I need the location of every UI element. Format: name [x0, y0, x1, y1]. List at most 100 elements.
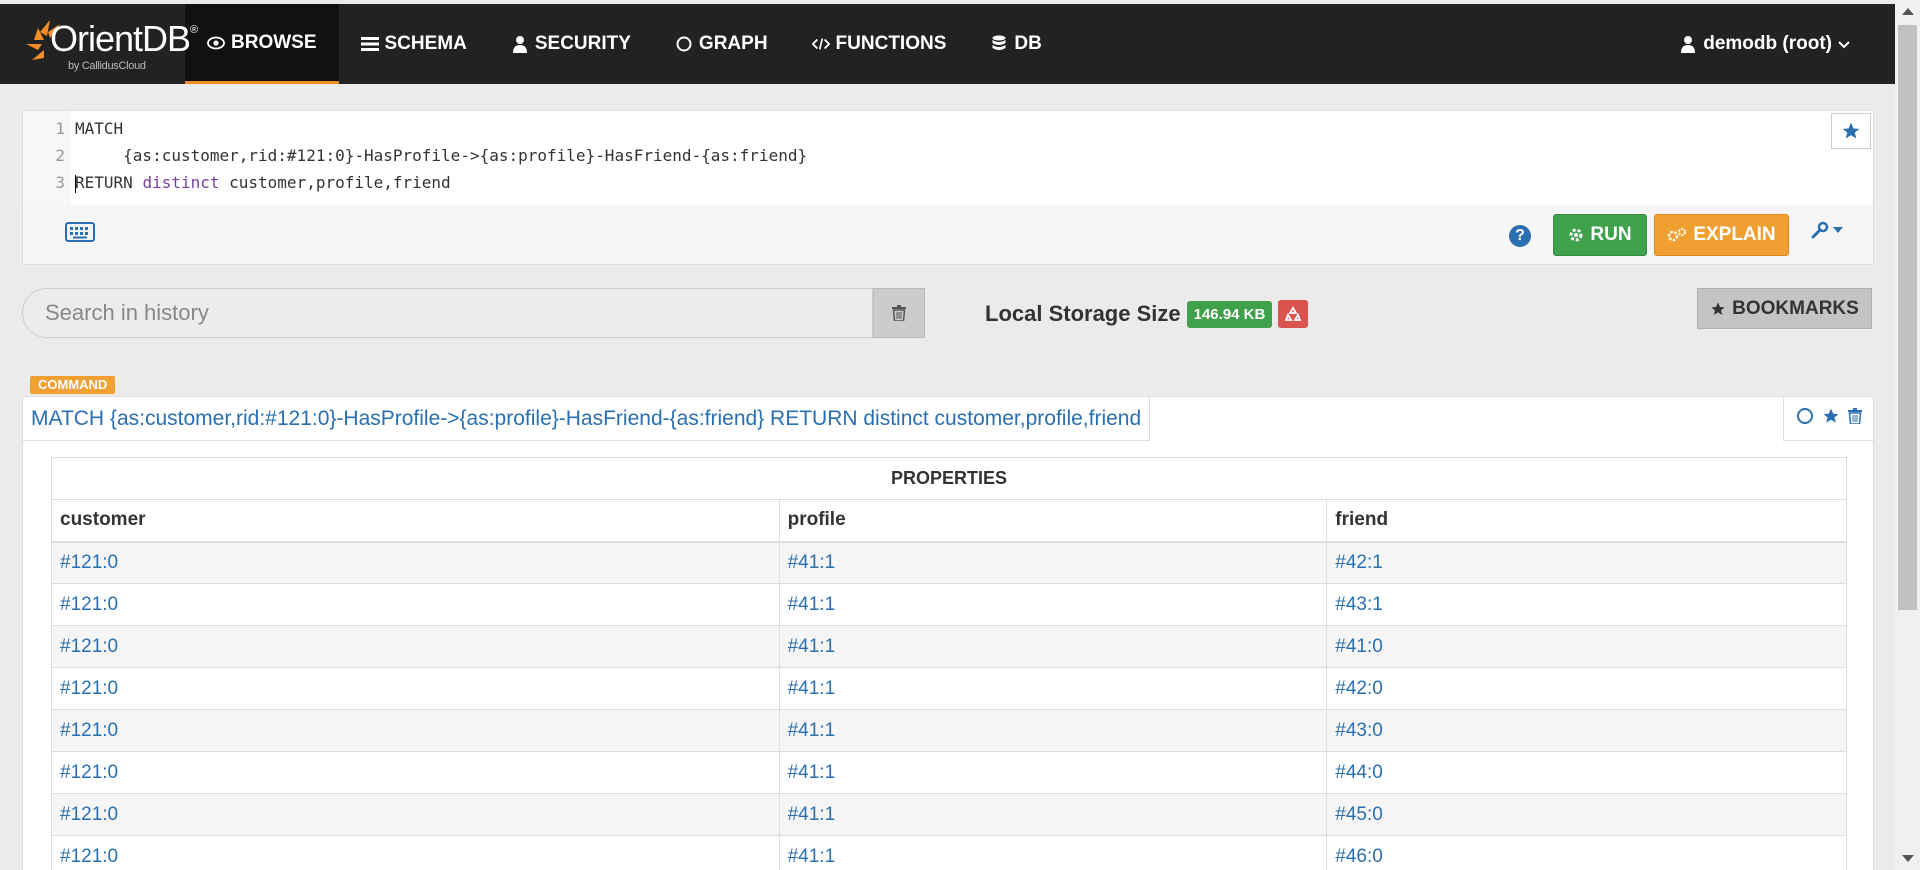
circle-icon[interactable]	[1796, 407, 1814, 430]
gears-icon	[1668, 228, 1687, 242]
scrollbar-thumb[interactable]	[1898, 25, 1917, 610]
rid-link[interactable]: #44:0	[1326, 751, 1847, 794]
table-row: #121:0 #41:1 #44:0	[51, 751, 1847, 794]
nav-security[interactable]: SECURITY	[489, 4, 653, 84]
code-icon	[811, 35, 830, 53]
logo-subtitle: by CallidusCloud	[68, 60, 146, 72]
storage-size-badge: 146.94 KB	[1186, 300, 1273, 328]
query-editor-panel: 1 2 3 MATCH {as:customer,rid:#121:0}-Has…	[22, 110, 1874, 265]
line-number: 2	[55, 146, 65, 165]
rid-link[interactable]: #41:1	[778, 793, 1328, 836]
storage-label: Local Storage Size	[985, 301, 1181, 326]
rid-link[interactable]: #121:0	[51, 541, 780, 584]
help-icon[interactable]: ?	[1509, 225, 1531, 247]
explain-button[interactable]: EXPLAIN	[1654, 214, 1789, 256]
orientdb-logo[interactable]: OrientDB® by CallidusCloud	[0, 4, 198, 84]
nav-functions-label: FUNCTIONS	[835, 33, 947, 54]
table-row: #121:0 #41:1 #42:1	[51, 541, 1847, 584]
rid-link[interactable]: #121:0	[51, 793, 780, 836]
rid-link[interactable]: #43:0	[1326, 709, 1847, 752]
rid-link[interactable]: #121:0	[51, 835, 780, 870]
caret-down-icon	[1833, 227, 1843, 233]
executed-query-link[interactable]: MATCH {as:customer,rid:#121:0}-HasProfil…	[23, 397, 1151, 441]
rid-link[interactable]: #121:0	[51, 709, 780, 752]
chevron-down-icon	[1838, 33, 1850, 55]
rid-link[interactable]: #121:0	[51, 667, 780, 710]
column-header-profile: profile	[778, 499, 1328, 543]
clear-history-button[interactable]	[873, 288, 925, 338]
table-row: #121:0 #41:1 #43:1	[51, 583, 1847, 626]
result-panel: MATCH {as:customer,rid:#121:0}-HasProfil…	[22, 396, 1874, 870]
rid-link[interactable]: #121:0	[51, 751, 780, 794]
keyboard-icon[interactable]	[65, 222, 95, 247]
history-search-input[interactable]	[22, 288, 874, 338]
line-number: 1	[55, 119, 65, 138]
history-search-group	[22, 288, 925, 338]
list-icon	[360, 35, 379, 53]
code-line-3-rest: customer,profile,friend	[219, 173, 451, 192]
top-navbar: OrientDB® by CallidusCloud BROWSE SCHEMA…	[0, 4, 1895, 84]
rid-link[interactable]: #121:0	[51, 625, 780, 668]
bookmark-query-button[interactable]	[1831, 113, 1871, 149]
table-caption: PROPERTIES	[51, 457, 1847, 500]
rid-link[interactable]: #41:1	[778, 583, 1328, 626]
user-menu[interactable]: demodb (root)	[1679, 4, 1850, 84]
table-row: #121:0 #41:1 #43:0	[51, 709, 1847, 752]
nav-schema[interactable]: SCHEMA	[339, 4, 489, 84]
table-row: #121:0 #41:1 #41:0	[51, 625, 1847, 668]
bookmarks-button[interactable]: BOOKMARKS	[1697, 288, 1872, 329]
recycle-icon	[1285, 306, 1302, 321]
star-icon[interactable]	[1822, 407, 1840, 430]
page-scrollbar[interactable]	[1895, 0, 1920, 870]
code-line-1: MATCH	[75, 119, 124, 138]
run-label: RUN	[1590, 224, 1632, 245]
command-badge: COMMAND	[30, 376, 116, 394]
wrench-icon	[1811, 221, 1829, 239]
rid-link[interactable]: #41:1	[778, 541, 1328, 584]
explain-label: EXPLAIN	[1693, 224, 1776, 245]
clear-storage-button[interactable]	[1278, 300, 1309, 328]
rid-link[interactable]: #45:0	[1326, 793, 1847, 836]
scroll-down-arrow[interactable]	[1902, 855, 1914, 862]
query-editor[interactable]: 1 2 3 MATCH {as:customer,rid:#121:0}-Has…	[23, 111, 1873, 205]
nav-functions[interactable]: FUNCTIONS	[790, 4, 969, 84]
rid-link[interactable]: #41:1	[778, 667, 1328, 710]
user-menu-label: demodb (root)	[1703, 33, 1832, 54]
scroll-up-arrow[interactable]	[1902, 8, 1914, 15]
code-line-2: {as:customer,rid:#121:0}-HasProfile->{as…	[75, 146, 808, 165]
bookmarks-label: BOOKMARKS	[1732, 297, 1859, 319]
trash-icon[interactable]	[1847, 408, 1862, 429]
rid-link[interactable]: #41:1	[778, 625, 1328, 668]
nav-browse[interactable]: BROWSE	[185, 4, 339, 84]
nav-security-label: SECURITY	[534, 33, 631, 54]
rid-link[interactable]: #46:0	[1326, 835, 1847, 870]
rid-link[interactable]: #41:1	[778, 751, 1328, 794]
nav-db[interactable]: DB	[968, 4, 1063, 84]
local-storage-info: Local Storage Size 146.94 KB	[985, 300, 1309, 328]
line-gutter: 1 2 3	[23, 111, 71, 205]
eye-icon	[207, 34, 225, 52]
trash-icon	[892, 305, 907, 321]
run-button[interactable]: RUN	[1553, 214, 1647, 256]
gear-icon	[1569, 228, 1583, 242]
rid-link[interactable]: #41:1	[778, 835, 1328, 870]
rid-link[interactable]: #121:0	[51, 583, 780, 626]
rid-link[interactable]: #43:1	[1326, 583, 1847, 626]
rid-link[interactable]: #42:1	[1326, 541, 1847, 584]
nav-browse-label: BROWSE	[231, 31, 317, 53]
nav-db-label: DB	[1014, 33, 1042, 54]
nav-schema-label: SCHEMA	[384, 33, 467, 54]
nav-graph-label: GRAPH	[698, 33, 768, 54]
line-number: 3	[55, 173, 65, 192]
rid-link[interactable]: #42:0	[1326, 667, 1847, 710]
settings-dropdown[interactable]	[1811, 221, 1843, 239]
result-tools	[1783, 397, 1873, 441]
logo-name: OrientDB	[50, 18, 191, 59]
rid-link[interactable]: #41:1	[778, 709, 1328, 752]
rid-link[interactable]: #41:0	[1326, 625, 1847, 668]
nav-graph[interactable]: GRAPH	[653, 4, 790, 84]
table-row: #121:0 #41:1 #45:0	[51, 793, 1847, 836]
code-line-3: RETURN distinct customer,profile,friend	[75, 169, 807, 196]
star-icon	[1711, 301, 1725, 315]
column-header-customer: customer	[51, 499, 780, 543]
